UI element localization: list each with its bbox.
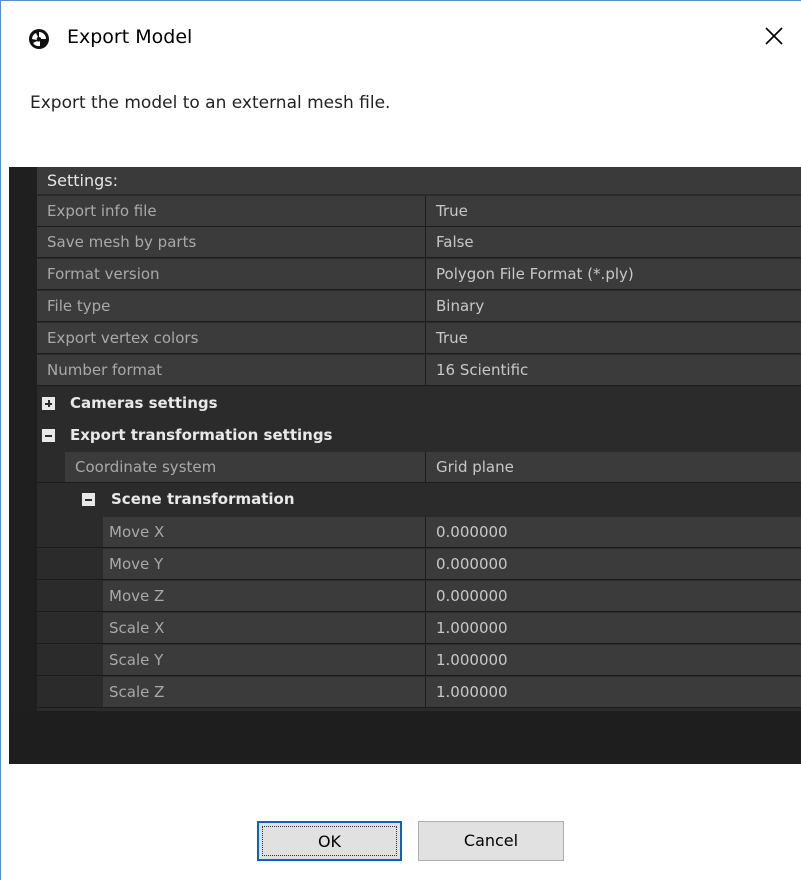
setting-row-move-x[interactable]: Move X 0.000000: [37, 517, 801, 548]
setting-label: Export vertex colors: [37, 323, 425, 353]
setting-value[interactable]: Binary: [425, 291, 801, 321]
setting-row-move-z[interactable]: Move Z 0.000000: [37, 581, 801, 612]
setting-value[interactable]: 1.000000: [425, 677, 801, 707]
setting-row-scale-y[interactable]: Scale Y 1.000000: [37, 645, 801, 676]
title-bar: Export Model: [1, 1, 801, 81]
indent-spacer: [37, 645, 103, 675]
setting-value[interactable]: True: [425, 196, 801, 226]
setting-value[interactable]: True: [425, 323, 801, 353]
dialog-description: Export the model to an external mesh fil…: [30, 93, 391, 113]
setting-value[interactable]: 16 Scientific: [425, 355, 801, 385]
group-cameras-settings[interactable]: Cameras settings: [37, 388, 801, 419]
setting-row-number-format[interactable]: Number format 16 Scientific: [37, 355, 801, 386]
setting-row-coordinate-system[interactable]: Coordinate system Grid plane: [37, 452, 801, 483]
panel-gutter: [9, 167, 37, 711]
setting-row-export-info-file[interactable]: Export info file True: [37, 196, 801, 227]
group-scene-transformation[interactable]: Scene transformation: [37, 484, 801, 515]
setting-label: Move Y: [103, 549, 425, 579]
setting-label: Save mesh by parts: [37, 227, 425, 257]
setting-value[interactable]: 0.000000: [425, 517, 801, 547]
setting-label: Format version: [37, 259, 425, 289]
indent-spacer: [37, 452, 65, 482]
setting-label: Move Z: [103, 581, 425, 611]
group-export-transformation-settings[interactable]: Export transformation settings: [37, 420, 801, 451]
setting-label: Scale Z: [103, 677, 425, 707]
setting-row-export-vertex-colors[interactable]: Export vertex colors True: [37, 323, 801, 354]
collapse-minus-icon[interactable]: [82, 493, 95, 506]
setting-value[interactable]: 0.000000: [425, 581, 801, 611]
settings-header: Settings:: [37, 167, 801, 194]
expand-plus-icon[interactable]: [42, 397, 55, 410]
setting-label: Number format: [37, 355, 425, 385]
setting-row-scale-z[interactable]: Scale Z 1.000000: [37, 677, 801, 708]
indent-spacer: [37, 613, 103, 643]
setting-label: Coordinate system: [65, 452, 425, 482]
indent-spacer: [37, 677, 103, 707]
setting-label: File type: [37, 291, 425, 321]
setting-value[interactable]: Polygon File Format (*.ply): [425, 259, 801, 289]
setting-label: Move X: [103, 517, 425, 547]
close-icon[interactable]: [756, 18, 792, 54]
setting-label: Export info file: [37, 196, 425, 226]
setting-row-file-type[interactable]: File type Binary: [37, 291, 801, 322]
setting-label: Scale Y: [103, 645, 425, 675]
indent-spacer: [37, 517, 103, 547]
panel-empty-area: [9, 711, 801, 764]
group-label: Cameras settings: [70, 394, 218, 412]
ok-button[interactable]: OK: [257, 821, 402, 861]
setting-label: Scale X: [103, 613, 425, 643]
group-label: Export transformation settings: [70, 426, 333, 444]
setting-value[interactable]: False: [425, 227, 801, 257]
app-logo-icon: [29, 29, 49, 49]
collapse-minus-icon[interactable]: [42, 429, 55, 442]
indent-spacer: [37, 581, 103, 611]
setting-row-move-y[interactable]: Move Y 0.000000: [37, 549, 801, 580]
setting-value[interactable]: Grid plane: [425, 452, 801, 482]
export-model-dialog: Export Model Export the model to an exte…: [0, 0, 801, 880]
dialog-title: Export Model: [67, 26, 193, 48]
setting-row-format-version[interactable]: Format version Polygon File Format (*.pl…: [37, 259, 801, 290]
indent-spacer: [37, 549, 103, 579]
setting-value[interactable]: 1.000000: [425, 645, 801, 675]
setting-row-scale-x[interactable]: Scale X 1.000000: [37, 613, 801, 644]
setting-value[interactable]: 1.000000: [425, 613, 801, 643]
setting-row-save-mesh-by-parts[interactable]: Save mesh by parts False: [37, 227, 801, 258]
cancel-button[interactable]: Cancel: [418, 821, 564, 861]
settings-header-label: Settings:: [47, 171, 119, 190]
setting-value[interactable]: 0.000000: [425, 549, 801, 579]
group-label: Scene transformation: [111, 490, 295, 508]
